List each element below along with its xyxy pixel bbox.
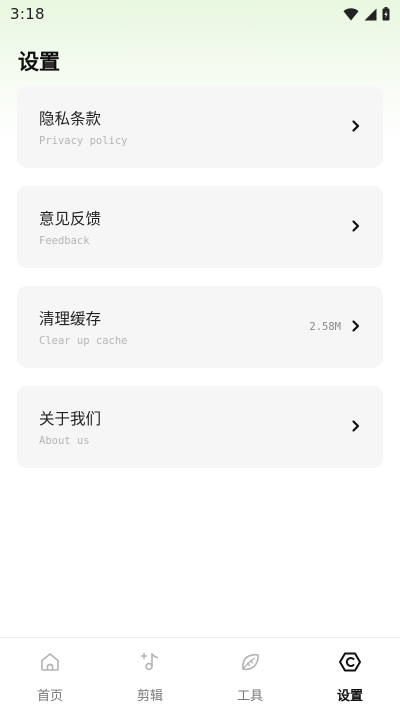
tab-edit-label: 剪辑 <box>136 689 163 704</box>
tab-edit[interactable]: 剪辑 <box>100 638 200 711</box>
leaf-icon <box>242 653 259 671</box>
tab-tools[interactable]: 工具 <box>200 638 300 711</box>
signal-icon <box>364 8 377 20</box>
feedback-subtitle: Feedback <box>39 235 90 247</box>
about-us-subtitle: About us <box>39 435 90 447</box>
chevron-right-icon <box>352 320 360 332</box>
page-title: 设置 <box>18 50 60 74</box>
clear-cache-subtitle: Clear up cache <box>39 335 128 347</box>
wifi-icon <box>343 7 359 20</box>
about-us-title: 关于我们 <box>39 410 102 428</box>
chevron-right-icon <box>352 120 360 132</box>
feedback-item[interactable]: 意见反馈 Feedback <box>17 186 383 268</box>
music-note-sparkle-icon <box>140 652 159 671</box>
status-bar: 3:18 <box>0 0 400 28</box>
status-time: 3:18 <box>10 5 45 23</box>
battery-icon <box>382 7 390 21</box>
privacy-policy-subtitle: Privacy policy <box>39 135 128 147</box>
tab-tools-label: 工具 <box>236 689 263 704</box>
chevron-right-icon <box>352 420 360 432</box>
tab-settings[interactable]: 设置 <box>300 638 400 711</box>
privacy-policy-title: 隐私条款 <box>39 110 102 128</box>
tab-settings-label: 设置 <box>336 689 363 704</box>
status-icons <box>343 7 390 21</box>
home-icon <box>41 653 59 671</box>
clear-cache-item[interactable]: 清理缓存 Clear up cache 2.58M <box>17 286 383 368</box>
tab-home[interactable]: 首页 <box>0 638 100 711</box>
hexagon-settings-icon <box>339 652 361 672</box>
chevron-right-icon <box>352 220 360 232</box>
privacy-policy-item[interactable]: 隐私条款 Privacy policy <box>17 86 383 168</box>
about-us-item[interactable]: 关于我们 About us <box>17 386 383 468</box>
clear-cache-title: 清理缓存 <box>39 310 102 328</box>
feedback-title: 意见反馈 <box>39 210 102 228</box>
bottom-tab-bar: 首页 剪辑 工具 设置 <box>0 637 400 711</box>
tab-home-label: 首页 <box>36 689 63 704</box>
cache-size-value: 2.58M <box>309 321 341 333</box>
